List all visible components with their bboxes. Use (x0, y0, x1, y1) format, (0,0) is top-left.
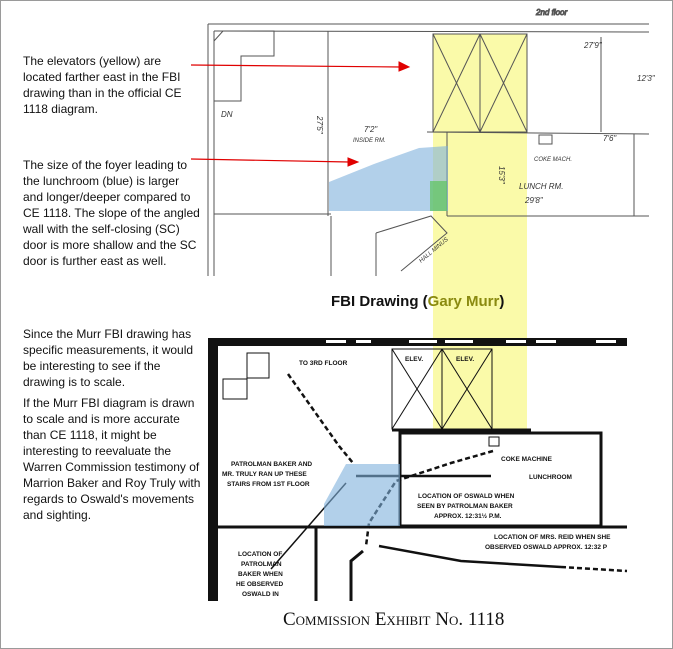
baker-note: LOCATION OF (238, 551, 282, 558)
lunchroom-label: LUNCHROOM (529, 474, 572, 481)
reid-note: OBSERVED OSWALD APPROX. 12:32 P (485, 544, 608, 551)
dn-label: DN (221, 110, 233, 119)
dim-label: 15'3" (497, 166, 506, 185)
stairs-note: STAIRS FROM 1ST FLOOR (227, 481, 310, 488)
arrowhead-icon (398, 61, 411, 72)
oswald-note: APPROX. 12:31½ P.M. (434, 512, 502, 520)
dim-label: 12'3" (637, 74, 656, 83)
stairs-note: PATROLMAN BAKER AND (231, 461, 312, 468)
caption-suffix: ) (499, 293, 505, 310)
floorplans: 2nd floor DN 27'9" 12'3" 27'5" 7'2" INSI… (190, 8, 656, 601)
fbi-drawing: 2nd floor (207, 8, 650, 276)
caption-name: Gary Murr (427, 293, 500, 310)
elevator-label: ELEV. (405, 356, 423, 363)
reid-note: LOCATION OF MRS. REID WHEN SHE (494, 534, 611, 541)
oswald-note: SEEN BY PATROLMAN BAKER (417, 503, 513, 510)
dim-label: INSIDE RM. (353, 138, 386, 144)
ce-foyer-highlight (324, 464, 400, 526)
ce1118-caption: Commission Exhibit No. 1118 (283, 609, 505, 630)
arrow-foyer (190, 158, 350, 163)
dim-label: 27'9" (583, 41, 603, 50)
elevator-label: ELEV. (456, 356, 474, 363)
coke-label: COKE MACH. (534, 157, 572, 163)
fbi-drawing-caption: FBI Drawing (Gary Murr) (331, 293, 504, 310)
stairs-note: MR. TRULY RAN UP THESE (222, 471, 307, 478)
baker-note: PATROLMAN (241, 561, 282, 568)
baker-note: BAKER WHEN (238, 571, 283, 578)
lunch-room-label: LUNCH RM. (519, 182, 563, 191)
to-3rd-floor-label: TO 3RD FLOOR (299, 360, 348, 367)
dim-label: 7'6" (603, 134, 617, 143)
floor-label: 2nd floor (535, 8, 567, 17)
dim-label: 29'8" (524, 196, 544, 205)
arrow-elevators (190, 64, 402, 68)
coke-machine-label: COKE MACHINE (501, 456, 553, 463)
oswald-note: LOCATION OF OSWALD WHEN (418, 493, 515, 500)
arrowhead-icon (347, 157, 360, 167)
baker-note: OSWALD IN (242, 591, 279, 598)
dim-label: 7'2" (364, 125, 378, 134)
dim-label: 27'5" (315, 115, 324, 135)
caption-prefix: FBI Drawing ( (331, 293, 428, 310)
annotated-floorplan-comparison: The elevators (yellow) are located farth… (0, 0, 673, 649)
baker-note: HE OBSERVED (236, 581, 284, 588)
fbi-door-highlight (430, 181, 447, 211)
